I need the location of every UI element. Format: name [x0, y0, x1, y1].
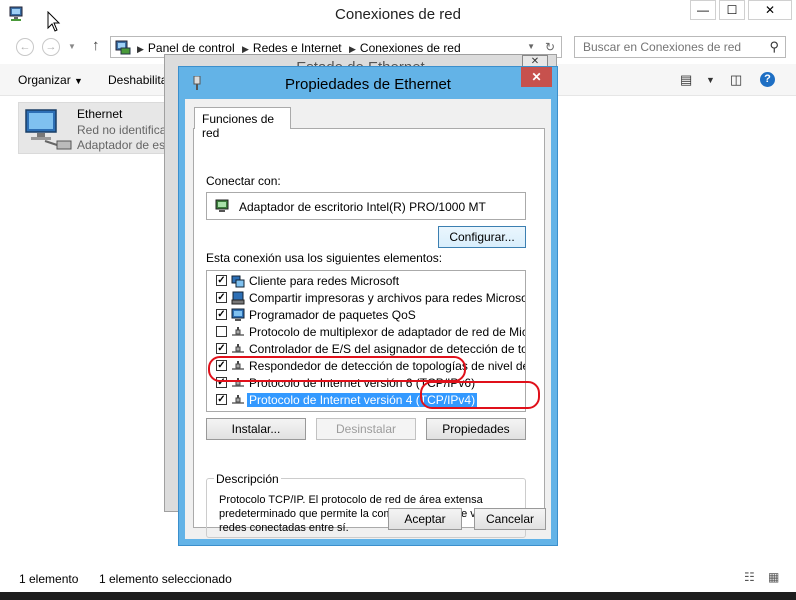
status-bar: 1 elemento 1 elemento seleccionado ☷ ▦: [0, 568, 796, 590]
breadcrumb-control-panel[interactable]: Panel de control: [148, 41, 235, 55]
taskbar-edge: [0, 592, 796, 600]
list-item[interactable]: ✓ Cliente para redes Microsoft: [207, 272, 525, 289]
properties-button[interactable]: Propiedades: [426, 418, 526, 440]
breadcrumb-separator-icon: ▶: [349, 44, 356, 54]
control-panel-icon: [115, 40, 131, 55]
dialog-body: Funciones de red Conectar con: Adaptador…: [185, 99, 551, 539]
network-client-icon: [231, 275, 245, 288]
list-item[interactable]: ✓ Programador de paquetes QoS: [207, 306, 525, 323]
component-checkbox[interactable]: ✓: [216, 309, 227, 320]
address-dropdown-icon[interactable]: ▼: [527, 42, 535, 51]
description-title: Descripción: [214, 472, 281, 486]
component-label: Respondedor de detección de topologías d…: [249, 359, 526, 373]
organize-menu[interactable]: Organizar ▼: [18, 73, 83, 87]
item-count: 1 elemento: [19, 572, 79, 586]
protocol-icon: [232, 378, 244, 387]
component-label: Compartir impresoras y archivos para red…: [249, 291, 526, 305]
cancel-button[interactable]: Cancelar: [474, 508, 546, 530]
forward-arrow-icon[interactable]: →: [42, 38, 60, 56]
network-adapter-icon: [25, 109, 72, 150]
close-window-button[interactable]: ✕: [748, 0, 792, 20]
maximize-button[interactable]: ☐: [719, 0, 745, 20]
connection-name: Ethernet: [77, 107, 123, 121]
list-item[interactable]: ✓ Respondedor de detección de topologías…: [207, 357, 525, 374]
list-item[interactable]: ✓ Compartir impresoras y archivos para r…: [207, 289, 525, 306]
refresh-icon[interactable]: ↻: [545, 40, 555, 54]
large-icons-view-icon[interactable]: ▦: [768, 570, 779, 584]
help-icon[interactable]: ?: [760, 72, 775, 87]
adapter-field: Adaptador de escritorio Intel(R) PRO/100…: [206, 192, 526, 220]
dialog-close-button[interactable]: ✕: [521, 67, 552, 87]
component-label: Protocolo de multiplexor de adaptador de…: [249, 325, 525, 339]
view-options-chevron-icon[interactable]: ▼: [706, 75, 715, 85]
component-label: Programador de paquetes QoS: [249, 308, 416, 322]
components-label: Esta conexión usa los siguientes element…: [206, 251, 443, 265]
connect-using-label: Conectar con:: [206, 174, 281, 188]
search-input[interactable]: [575, 37, 755, 57]
component-checkbox[interactable]: ✓: [216, 343, 227, 354]
breadcrumb-separator-icon: ▶: [242, 44, 249, 54]
chevron-down-icon: ▼: [74, 76, 83, 86]
breadcrumb-network-internet[interactable]: Redes e Internet: [253, 41, 342, 55]
change-view-icon[interactable]: ▤: [680, 72, 692, 88]
component-checkbox[interactable]: ✓: [216, 377, 227, 388]
component-checkbox[interactable]: ✓: [216, 292, 227, 303]
component-label: Protocolo de Internet versión 6 (TCP/IPv…: [249, 376, 476, 390]
adapter-name: Adaptador de escritorio Intel(R) PRO/100…: [239, 200, 486, 214]
list-item[interactable]: Protocolo de multiplexor de adaptador de…: [207, 323, 525, 340]
details-view-icon[interactable]: ☷: [744, 570, 755, 584]
ethernet-connection-item[interactable]: Ethernet Red no identifica Adaptador de …: [18, 102, 166, 154]
service-icon: [231, 308, 245, 321]
component-label: Protocolo de Internet versión 4 (TCP/IPv…: [247, 393, 478, 407]
minimize-button[interactable]: —: [690, 0, 716, 20]
mouse-cursor-icon: [47, 11, 61, 32]
install-button[interactable]: Instalar...: [206, 418, 306, 440]
window-titlebar[interactable]: Conexiones de red — ☐ ✕: [0, 0, 796, 30]
list-item[interactable]: ✓ Controlador de E/S del asignador de de…: [207, 340, 525, 357]
ok-button[interactable]: Aceptar: [388, 508, 462, 530]
networking-tab-page: Conectar con: Adaptador de escritorio In…: [193, 128, 545, 538]
recent-locations-chevron-icon[interactable]: ▼: [68, 42, 76, 51]
dialog-title: Propiedades de Ethernet: [285, 76, 451, 93]
component-label: Controlador de E/S del asignador de dete…: [249, 342, 526, 356]
ethernet-properties-dialog: Propiedades de Ethernet ✕ Funciones de r…: [178, 66, 558, 546]
tab-networking[interactable]: Funciones de red: [194, 107, 291, 140]
protocol-icon: [232, 344, 244, 353]
breadcrumb-network-connections[interactable]: Conexiones de red: [360, 41, 461, 55]
search-box: ⚲: [574, 36, 786, 58]
connection-status: Red no identifica: [77, 123, 167, 137]
components-list[interactable]: ✓ Cliente para redes Microsoft ✓ Compart…: [206, 270, 526, 412]
component-checkbox[interactable]: ✓: [216, 394, 227, 405]
uninstall-button[interactable]: Desinstalar: [316, 418, 416, 440]
back-arrow-icon[interactable]: ←: [16, 38, 34, 56]
component-checkbox[interactable]: [216, 326, 227, 337]
protocol-icon: [232, 361, 244, 370]
adapter-icon: [215, 199, 229, 212]
list-item[interactable]: ✓ Protocolo de Internet versión 6 (TCP/I…: [207, 374, 525, 391]
protocol-icon: [232, 395, 244, 404]
search-icon[interactable]: ⚲: [769, 39, 779, 55]
preview-pane-icon[interactable]: ◫: [730, 72, 742, 88]
disable-device-button[interactable]: Deshabilita: [108, 73, 167, 87]
protocol-icon: [232, 327, 244, 336]
configure-button[interactable]: Configurar...: [438, 226, 526, 248]
list-item-selected[interactable]: ✓ Protocolo de Internet versión 4 (TCP/I…: [207, 391, 525, 408]
selected-count: 1 elemento seleccionado: [99, 572, 232, 586]
printer-share-icon: [231, 291, 245, 305]
window-title: Conexiones de red: [335, 6, 461, 23]
breadcrumb-separator-icon: ▶: [137, 44, 144, 54]
component-checkbox[interactable]: ✓: [216, 275, 227, 286]
connection-adapter: Adaptador de es: [77, 138, 166, 152]
organize-label: Organizar: [18, 73, 71, 87]
component-checkbox[interactable]: ✓: [216, 360, 227, 371]
component-label: Cliente para redes Microsoft: [249, 274, 400, 288]
up-arrow-icon[interactable]: ↑: [92, 37, 100, 54]
